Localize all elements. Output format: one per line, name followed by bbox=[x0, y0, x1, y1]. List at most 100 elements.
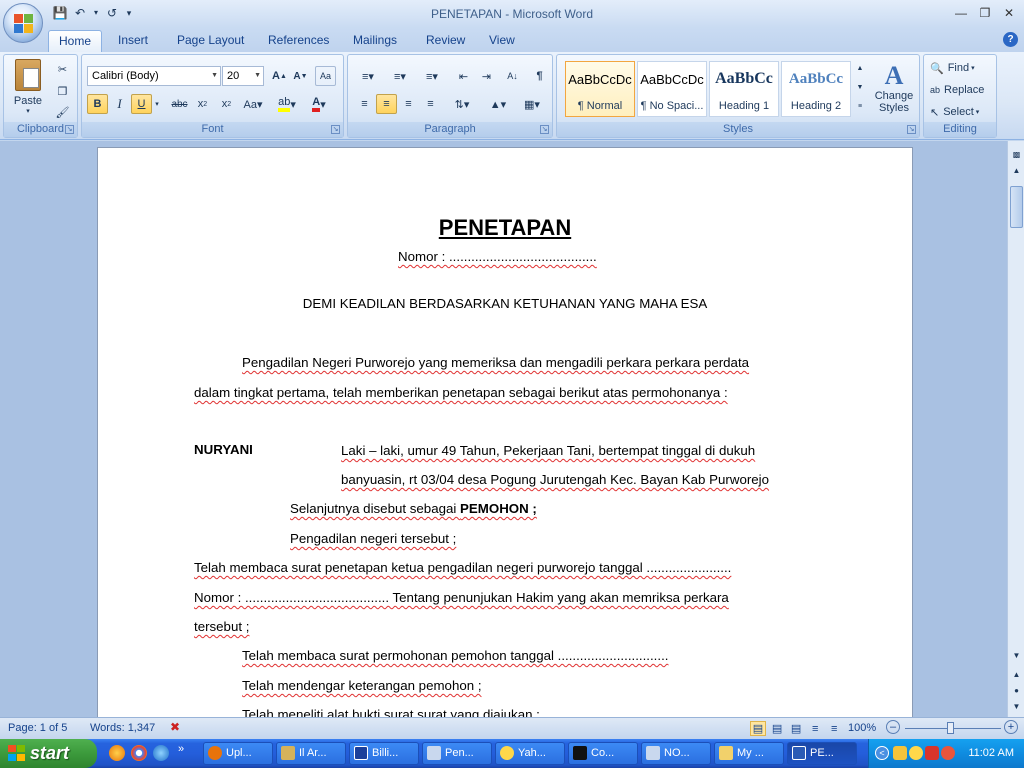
multilevel-list-button[interactable]: ≡▾ bbox=[418, 66, 446, 86]
justify-button[interactable]: ≡ bbox=[420, 94, 441, 114]
select-button[interactable]: ↖ Select ▾ bbox=[930, 103, 979, 121]
scroll-up-icon[interactable]: ▲ bbox=[1009, 163, 1024, 178]
clear-formatting-button[interactable]: Aa bbox=[315, 66, 336, 86]
replace-button[interactable]: ab Replace bbox=[930, 81, 984, 99]
clock[interactable]: 11:02 AM bbox=[968, 747, 1014, 759]
zoom-slider-thumb[interactable] bbox=[947, 722, 954, 734]
vertical-scrollbar[interactable]: ▩ ▲ ▼ ▲ ● ▼ bbox=[1007, 141, 1024, 717]
borders-button[interactable]: ▦▾ bbox=[518, 94, 546, 114]
full-screen-reading-icon[interactable]: ▤ bbox=[769, 722, 785, 735]
web-layout-icon[interactable]: ▤ bbox=[788, 722, 804, 735]
internet-explorer-icon[interactable] bbox=[153, 745, 169, 761]
task-penetapan[interactable]: PE... bbox=[787, 742, 857, 765]
numbering-button[interactable]: ≡▾ bbox=[386, 66, 414, 86]
style-heading-2[interactable]: AaBbCc Heading 2 bbox=[781, 61, 851, 117]
tab-view[interactable]: View bbox=[479, 30, 525, 52]
next-page-icon[interactable]: ▼ bbox=[1009, 699, 1024, 714]
minimize-button[interactable]: — bbox=[950, 4, 972, 22]
format-painter-icon[interactable]: 🖌 bbox=[52, 102, 73, 122]
tray-security-icon[interactable] bbox=[925, 746, 939, 760]
strikethrough-button[interactable]: abc bbox=[169, 94, 190, 114]
cut-icon[interactable]: ✂ bbox=[52, 59, 73, 79]
decrease-indent-button[interactable]: ⇤ bbox=[453, 66, 474, 86]
tray-messenger-icon[interactable] bbox=[909, 746, 923, 760]
previous-page-icon[interactable]: ▲ bbox=[1009, 667, 1024, 682]
line-spacing-button[interactable]: ⇅▾ bbox=[448, 94, 476, 114]
task-pen[interactable]: Pen... bbox=[422, 742, 492, 765]
firefox-icon[interactable] bbox=[109, 745, 125, 761]
tab-home[interactable]: Home bbox=[48, 30, 103, 52]
align-left-button[interactable]: ≡ bbox=[354, 94, 375, 114]
bullets-button[interactable]: ≡▾ bbox=[354, 66, 382, 86]
italic-button[interactable]: I bbox=[109, 94, 130, 114]
tab-references[interactable]: References bbox=[258, 30, 339, 52]
zoom-level[interactable]: 100% bbox=[848, 722, 876, 734]
scroll-down-icon[interactable]: ▼ bbox=[1009, 648, 1024, 663]
zoom-in-icon[interactable]: + bbox=[1004, 720, 1018, 734]
clipboard-launcher-icon[interactable]: ↘ bbox=[65, 125, 74, 134]
restore-button[interactable]: ❐ bbox=[974, 4, 996, 22]
change-case-button[interactable]: Aa▾ bbox=[240, 94, 266, 114]
task-my[interactable]: My ... bbox=[714, 742, 784, 765]
increase-indent-button[interactable]: ⇥ bbox=[476, 66, 497, 86]
help-icon[interactable]: ? bbox=[1003, 32, 1018, 47]
scroll-thumb[interactable] bbox=[1010, 186, 1023, 228]
change-styles-button[interactable]: A Change Styles bbox=[871, 57, 917, 119]
task-command[interactable]: Co... bbox=[568, 742, 638, 765]
page-count[interactable]: Page: 1 of 5 bbox=[8, 722, 67, 734]
chrome-icon[interactable] bbox=[131, 745, 147, 761]
tray-expand-icon[interactable]: < bbox=[875, 746, 889, 760]
task-no[interactable]: NO... bbox=[641, 742, 711, 765]
office-button[interactable] bbox=[3, 3, 43, 43]
underline-dropdown-icon[interactable]: ▾ bbox=[152, 94, 162, 114]
start-button[interactable]: start bbox=[0, 739, 97, 768]
style-normal[interactable]: AaBbCcDc ¶ Normal bbox=[565, 61, 635, 117]
find-button[interactable]: 🔍 Find ▾ bbox=[930, 59, 975, 77]
align-center-button[interactable]: ≡ bbox=[376, 94, 397, 114]
superscript-button[interactable]: x2 bbox=[216, 94, 237, 114]
tab-page-layout[interactable]: Page Layout bbox=[167, 30, 254, 52]
select-browse-object-icon[interactable]: ● bbox=[1009, 683, 1024, 698]
tab-insert[interactable]: Insert bbox=[108, 30, 158, 52]
document-page[interactable]: PENETAPAN Nomor : ......................… bbox=[97, 147, 913, 717]
zoom-out-icon[interactable]: – bbox=[886, 720, 900, 734]
font-name-combo[interactable]: Calibri (Body) ▼ bbox=[87, 66, 221, 86]
close-button[interactable]: ✕ bbox=[998, 4, 1020, 22]
align-right-button[interactable]: ≡ bbox=[398, 94, 419, 114]
shading-button[interactable]: ▲▾ bbox=[484, 94, 512, 114]
font-size-combo[interactable]: 20 ▼ bbox=[222, 66, 264, 86]
ruler-toggle-icon[interactable]: ▩ bbox=[1009, 147, 1024, 162]
outline-icon[interactable]: ≡ bbox=[807, 723, 823, 735]
styles-scroll-up-icon[interactable]: ▲ bbox=[854, 59, 866, 77]
styles-launcher-icon[interactable]: ↘ bbox=[907, 125, 916, 134]
style-heading-1[interactable]: AaBbCc Heading 1 bbox=[709, 61, 779, 117]
underline-button[interactable]: U bbox=[131, 94, 152, 114]
copy-icon[interactable]: ❐ bbox=[52, 81, 73, 101]
font-launcher-icon[interactable]: ↘ bbox=[331, 125, 340, 134]
highlight-color-button[interactable]: ab ▾ bbox=[274, 94, 300, 114]
tray-alert-icon[interactable] bbox=[941, 746, 955, 760]
paste-button[interactable]: Paste ▾ bbox=[10, 57, 46, 117]
shrink-font-button[interactable]: A ▼ bbox=[290, 66, 311, 86]
word-count[interactable]: Words: 1,347 bbox=[90, 722, 155, 734]
task-yahoo[interactable]: Yah... bbox=[495, 742, 565, 765]
proofing-icon[interactable]: ✖ bbox=[170, 720, 188, 736]
styles-more-icon[interactable]: ≡ bbox=[854, 97, 866, 115]
task-billing[interactable]: Billi... bbox=[349, 742, 419, 765]
styles-scroll-down-icon[interactable]: ▼ bbox=[854, 78, 866, 96]
font-color-button[interactable]: A ▾ bbox=[306, 94, 332, 114]
grow-font-button[interactable]: A ▲ bbox=[269, 66, 290, 86]
bold-button[interactable]: B bbox=[87, 94, 108, 114]
tab-mailings[interactable]: Mailings bbox=[343, 30, 407, 52]
tray-app-icon[interactable] bbox=[893, 746, 907, 760]
paragraph-launcher-icon[interactable]: ↘ bbox=[540, 125, 549, 134]
print-layout-icon[interactable]: ▤ bbox=[750, 721, 766, 736]
show-formatting-button[interactable]: ¶ bbox=[529, 66, 550, 86]
task-il-ar[interactable]: Il Ar... bbox=[276, 742, 346, 765]
task-upload[interactable]: Upl... bbox=[203, 742, 273, 765]
subscript-button[interactable]: x2 bbox=[192, 94, 213, 114]
sort-button[interactable]: A↓ bbox=[502, 66, 523, 86]
document-area[interactable]: PENETAPAN Nomor : ......................… bbox=[0, 141, 1007, 717]
draft-icon[interactable]: ≡ bbox=[826, 723, 842, 735]
quick-launch-more-icon[interactable]: » bbox=[178, 743, 184, 755]
